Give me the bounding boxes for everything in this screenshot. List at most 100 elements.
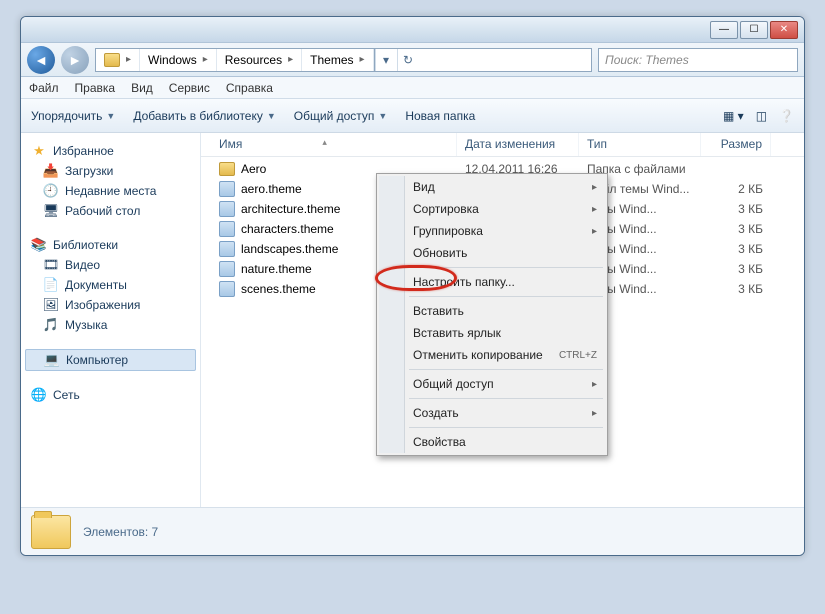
sidebar-libraries[interactable]: 📚Библиотеки — [21, 235, 200, 255]
ctx-sort[interactable]: Сортировка▸ — [379, 198, 605, 220]
music-icon: 🎵 — [43, 317, 59, 333]
submenu-arrow-icon: ▸ — [592, 408, 597, 419]
col-size[interactable]: Размер — [701, 133, 771, 156]
folder-icon — [219, 162, 235, 176]
ctx-sharing[interactable]: Общий доступ▸ — [379, 373, 605, 395]
ctx-new[interactable]: Создать▸ — [379, 402, 605, 424]
minimize-button[interactable]: — — [710, 21, 738, 39]
status-text: Элементов: 7 — [83, 525, 158, 539]
close-button[interactable]: ✕ — [770, 21, 798, 39]
ctx-paste-shortcut[interactable]: Вставить ярлык — [379, 322, 605, 344]
sidebar-images[interactable]: 🖼Изображения — [21, 295, 200, 315]
help-button[interactable]: ❔ — [779, 109, 794, 123]
document-icon: 📄 — [43, 277, 59, 293]
crumb-1[interactable]: Resources — [225, 53, 282, 67]
video-icon: 🎞 — [43, 257, 59, 273]
recent-icon: 🕘 — [43, 183, 59, 199]
titlebar[interactable]: — ☐ ✕ — [21, 17, 804, 43]
forward-button[interactable]: ► — [61, 46, 89, 74]
search-placeholder: Поиск: Themes — [605, 53, 689, 67]
crumb-2[interactable]: Themes — [310, 53, 353, 67]
folder-icon — [104, 53, 120, 67]
file-size: 3 КБ — [701, 262, 771, 276]
computer-icon: 💻 — [44, 352, 60, 368]
submenu-arrow-icon: ▸ — [592, 204, 597, 215]
file-size: 2 КБ — [701, 182, 771, 196]
ctx-group[interactable]: Группировка▸ — [379, 220, 605, 242]
menu-help[interactable]: Справка — [226, 81, 273, 95]
col-type[interactable]: Тип — [579, 133, 701, 156]
menu-view[interactable]: Вид — [131, 81, 153, 95]
theme-file-icon — [219, 281, 235, 297]
theme-file-icon — [219, 261, 235, 277]
menu-tools[interactable]: Сервис — [169, 81, 210, 95]
crumb-0[interactable]: Windows — [148, 53, 197, 67]
organize-button[interactable]: Упорядочить▼ — [31, 109, 115, 123]
submenu-arrow-icon: ▸ — [592, 379, 597, 390]
maximize-button[interactable]: ☐ — [740, 21, 768, 39]
content-area: ★Избранное 📥Загрузки 🕘Недавние места 🖥Ра… — [21, 133, 804, 533]
sidebar-documents[interactable]: 📄Документы — [21, 275, 200, 295]
col-name[interactable]: Имя▴ — [211, 133, 457, 156]
sidebar-favorites[interactable]: ★Избранное — [21, 141, 200, 161]
view-mode-button[interactable]: ▦ ▾ — [723, 109, 744, 123]
sidebar-recent[interactable]: 🕘Недавние места — [21, 181, 200, 201]
image-icon: 🖼 — [43, 297, 59, 313]
address-bar[interactable]: ▸ Windows▸ Resources▸ Themes▸ ▾ ↻ — [95, 48, 592, 72]
status-bar: Элементов: 7 — [21, 507, 804, 555]
add-library-button[interactable]: Добавить в библиотеку▼ — [133, 109, 275, 123]
col-date[interactable]: Дата изменения — [457, 133, 579, 156]
theme-file-icon — [219, 201, 235, 217]
explorer-window: — ☐ ✕ ◄ ► ▸ Windows▸ Resources▸ Themes▸ … — [20, 16, 805, 556]
libraries-icon: 📚 — [31, 237, 47, 253]
theme-file-icon — [219, 221, 235, 237]
ctx-customize[interactable]: Настроить папку... — [379, 271, 605, 293]
refresh-button[interactable]: ↻ — [397, 49, 419, 71]
ctx-view[interactable]: Вид▸ — [379, 176, 605, 198]
sidebar-computer[interactable]: 💻Компьютер — [25, 349, 196, 371]
context-menu: Вид▸ Сортировка▸ Группировка▸ Обновить Н… — [376, 173, 608, 456]
sidebar-desktop[interactable]: 🖥Рабочий стол — [21, 201, 200, 221]
download-icon: 📥 — [43, 163, 59, 179]
ctx-properties[interactable]: Свойства — [379, 431, 605, 453]
folder-large-icon — [31, 515, 71, 549]
history-dropdown[interactable]: ▾ — [375, 49, 397, 71]
submenu-arrow-icon: ▸ — [592, 182, 597, 193]
back-button[interactable]: ◄ — [27, 46, 55, 74]
ctx-undo-copy[interactable]: Отменить копированиеCTRL+Z — [379, 344, 605, 366]
file-size: 3 КБ — [701, 242, 771, 256]
share-button[interactable]: Общий доступ▼ — [294, 109, 388, 123]
file-size: 3 КБ — [701, 202, 771, 216]
sidebar-downloads[interactable]: 📥Загрузки — [21, 161, 200, 181]
file-name: aero.theme — [241, 182, 302, 196]
menu-edit[interactable]: Правка — [75, 81, 116, 95]
ctx-refresh[interactable]: Обновить — [379, 242, 605, 264]
file-name: architecture.theme — [241, 202, 340, 216]
network-icon: 🌐 — [31, 387, 47, 403]
file-name: scenes.theme — [241, 282, 316, 296]
preview-pane-button[interactable]: ◫ — [756, 109, 767, 123]
desktop-icon: 🖥 — [43, 203, 59, 219]
file-name: Aero — [241, 162, 266, 176]
sidebar-music[interactable]: 🎵Музыка — [21, 315, 200, 335]
file-list-pane[interactable]: Имя▴ Дата изменения Тип Размер Aero12.04… — [201, 133, 804, 533]
menubar: Файл Правка Вид Сервис Справка — [21, 77, 804, 99]
sidebar: ★Избранное 📥Загрузки 🕘Недавние места 🖥Ра… — [21, 133, 201, 533]
sort-asc-icon: ▴ — [322, 137, 327, 152]
file-size: 3 КБ — [701, 282, 771, 296]
menu-file[interactable]: Файл — [29, 81, 59, 95]
search-input[interactable]: Поиск: Themes — [598, 48, 798, 72]
column-headers: Имя▴ Дата изменения Тип Размер — [201, 133, 804, 157]
ctx-paste[interactable]: Вставить — [379, 300, 605, 322]
sidebar-network[interactable]: 🌐Сеть — [21, 385, 200, 405]
sidebar-videos[interactable]: 🎞Видео — [21, 255, 200, 275]
toolbar: Упорядочить▼ Добавить в библиотеку▼ Общи… — [21, 99, 804, 133]
star-icon: ★ — [31, 143, 47, 159]
theme-file-icon — [219, 181, 235, 197]
theme-file-icon — [219, 241, 235, 257]
file-name: characters.theme — [241, 222, 334, 236]
new-folder-button[interactable]: Новая папка — [405, 109, 475, 123]
file-name: nature.theme — [241, 262, 312, 276]
file-size: 3 КБ — [701, 222, 771, 236]
file-name: landscapes.theme — [241, 242, 338, 256]
